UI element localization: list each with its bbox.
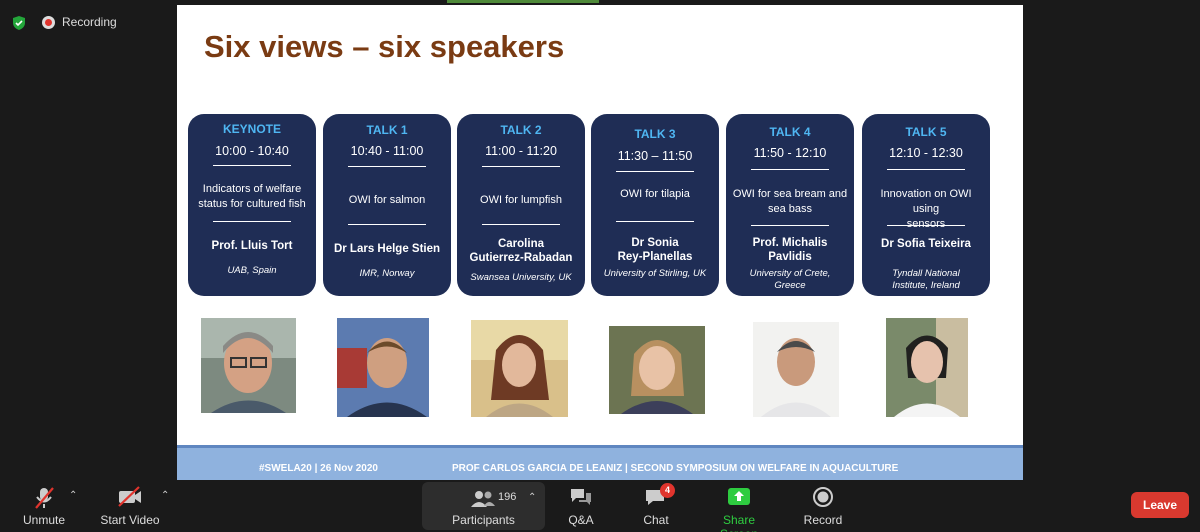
- talk-time: 11:50 - 12:10: [753, 146, 827, 160]
- talk-affiliation: UAB, Spain: [227, 265, 277, 276]
- divider: [887, 225, 965, 226]
- talk-affiliation: University of Crete, Greece: [749, 268, 831, 291]
- divider: [348, 166, 426, 167]
- talk-speaker: Carolina Gutierrez-Rabadan: [469, 238, 573, 264]
- share-screen-icon: [728, 488, 750, 505]
- start-video-label: Start Video: [100, 513, 160, 527]
- participants-label: Participants: [452, 513, 515, 527]
- talk-head: TALK 3: [634, 127, 676, 141]
- talk-topic: OWI for tilapia: [620, 188, 690, 200]
- talk-head: TALK 1: [366, 123, 408, 137]
- divider: [887, 169, 965, 170]
- participants-count: 196: [498, 491, 517, 503]
- shared-slide: Six views – six speakers KEYNOTE 10:00 -…: [177, 5, 1023, 480]
- shield-icon[interactable]: [11, 15, 27, 31]
- participants-icon: [471, 491, 495, 507]
- slide-footer: #SWELA20 | 26 Nov 2020 PROF CARLOS GARCI…: [177, 445, 1023, 480]
- unmute-button[interactable]: Unmute: [14, 480, 74, 532]
- speaker-photo-talk-5: [886, 318, 968, 417]
- speaker-photo-talk-4: [753, 322, 839, 417]
- talk-affiliation: Swansea University, UK: [470, 272, 572, 283]
- talk-speaker: Dr Lars Helge Stien: [333, 243, 441, 255]
- divider: [213, 165, 291, 166]
- talk-card-3: TALK 3 11:30 – 11:50 OWI for tilapia Dr …: [591, 114, 719, 296]
- active-speaker-indicator: [447, 0, 599, 3]
- divider: [482, 166, 560, 167]
- talk-time: 12:10 - 12:30: [889, 146, 963, 160]
- talk-head: TALK 4: [769, 125, 811, 139]
- unmute-label: Unmute: [22, 513, 66, 527]
- record-button[interactable]: Record: [798, 480, 848, 532]
- share-screen-label: Share Screen: [720, 513, 758, 532]
- recording-icon: [42, 16, 55, 29]
- participants-options-caret[interactable]: ⌃: [528, 492, 536, 503]
- video-options-caret[interactable]: ⌃: [161, 490, 169, 501]
- record-label: Record: [803, 513, 843, 527]
- slide-title: Six views – six speakers: [204, 29, 565, 64]
- talk-card-4: TALK 4 11:50 - 12:10 OWI for sea bream a…: [726, 114, 854, 296]
- talk-speaker: Prof. Lluis Tort: [211, 240, 293, 252]
- chat-unread-badge: 4: [660, 483, 675, 498]
- talk-card-2: TALK 2 11:00 - 11:20 OWI for lumpfish Ca…: [457, 114, 585, 296]
- talk-speaker: Dr Sonia Rey-Planellas: [617, 237, 693, 263]
- talk-topic: OWI for sea bream and sea bass: [732, 188, 848, 215]
- audio-options-caret[interactable]: ⌃: [69, 490, 77, 501]
- talk-time: 10:40 - 11:00: [350, 144, 424, 158]
- divider: [348, 224, 426, 225]
- record-icon: [813, 487, 833, 507]
- speaker-photo-talk-3: [609, 326, 705, 414]
- divider: [751, 169, 829, 170]
- talk-head: TALK 5: [905, 125, 947, 139]
- talk-affiliation: Tyndall National Institute, Ireland: [892, 268, 960, 291]
- chat-label: Chat: [643, 513, 669, 527]
- talk-topic: OWI for salmon: [348, 194, 426, 206]
- talk-topic: Indicators of welfare status for cultured…: [198, 183, 306, 210]
- qa-button[interactable]: Q&A: [558, 480, 604, 532]
- meeting-toolbar: Unmute ⌃ Start Video ⌃ 196 ⌃ Participant…: [0, 480, 1200, 532]
- footer-presenter: PROF CARLOS GARCIA DE LEANIZ | SECOND SY…: [452, 463, 899, 474]
- talk-speaker: Prof. Michalis Pavlidis: [752, 237, 828, 263]
- talk-time: 11:00 - 11:20: [485, 144, 557, 158]
- talk-affiliation: University of Stirling, UK: [603, 268, 707, 279]
- share-screen-button[interactable]: Share Screen: [703, 480, 775, 532]
- qa-icon: [571, 489, 591, 505]
- talk-speaker: Dr Sofia Teixeira: [881, 238, 971, 250]
- talk-time: 11:30 – 11:50: [617, 149, 693, 163]
- divider: [213, 221, 291, 222]
- divider: [616, 171, 694, 172]
- talk-card-5: TALK 5 12:10 - 12:30 Innovation on OWI u…: [862, 114, 990, 296]
- speaker-photo-talk-1: [337, 318, 429, 417]
- talk-affiliation: IMR, Norway: [359, 268, 415, 279]
- video-off-icon: [118, 486, 141, 507]
- muted-microphone-icon: [35, 487, 54, 509]
- qa-label: Q&A: [568, 513, 594, 527]
- top-status-bar: [0, 0, 1200, 4]
- divider: [751, 225, 829, 226]
- talk-head: KEYNOTE: [222, 122, 281, 136]
- talk-head: TALK 2: [500, 123, 542, 137]
- talk-time: 10:00 - 10:40: [215, 144, 289, 158]
- talk-topic: OWI for lumpfish: [480, 194, 562, 206]
- divider: [482, 224, 560, 225]
- speaker-photo-keynote: [201, 318, 296, 413]
- participants-button[interactable]: 196 ⌃ Participants: [422, 482, 545, 530]
- footer-event: #SWELA20 | 26 Nov 2020: [259, 463, 378, 474]
- divider: [616, 221, 694, 222]
- talk-card-keynote: KEYNOTE 10:00 - 10:40 Indicators of welf…: [188, 114, 316, 296]
- speaker-photo-talk-2: [471, 320, 568, 417]
- leave-button[interactable]: Leave: [1131, 492, 1189, 518]
- start-video-button[interactable]: Start Video: [96, 480, 164, 532]
- recording-label: Recording: [62, 15, 117, 29]
- talk-card-1: TALK 1 10:40 - 11:00 OWI for salmon Dr L…: [323, 114, 451, 296]
